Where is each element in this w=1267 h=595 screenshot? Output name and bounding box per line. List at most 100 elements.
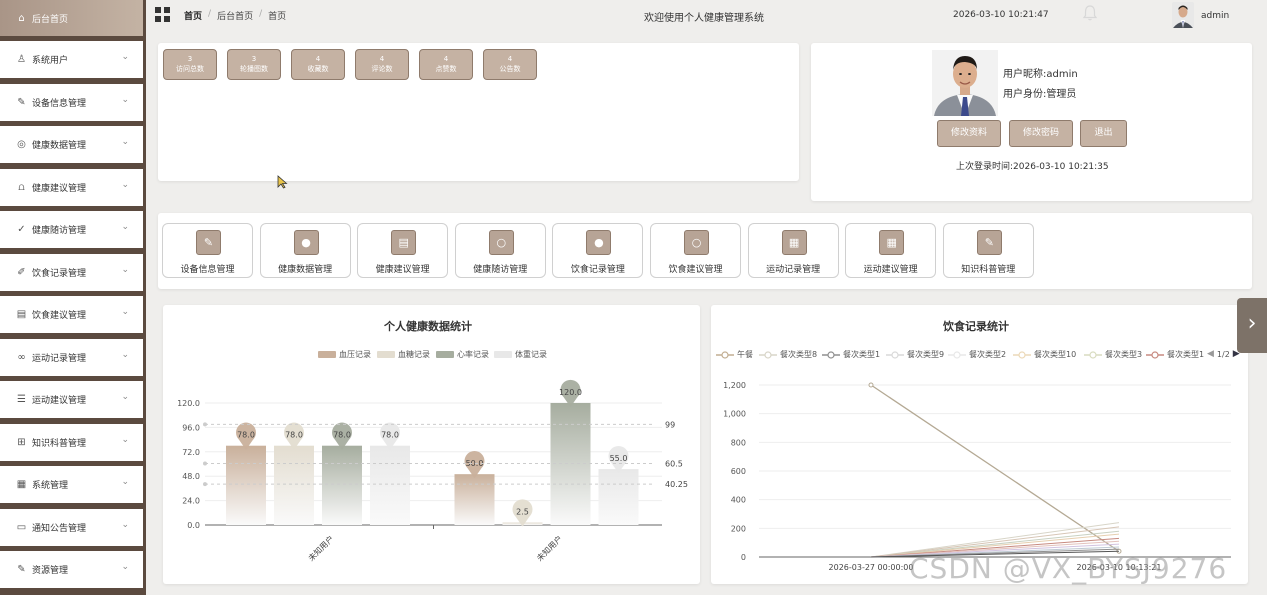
sidebar-item[interactable]: ▤ 饮食建议管理 ⌄ (0, 296, 143, 333)
chevron-down-icon: ⌄ (121, 562, 129, 572)
module-label: 健康数据管理 (278, 265, 333, 275)
sidebar-item[interactable]: ⩍ 健康建议管理 ⌄ (0, 168, 143, 206)
sidebar-item-label: 通知公告管理 (32, 523, 87, 534)
data-point[interactable] (868, 382, 874, 388)
stat-button[interactable]: 4 公告数 (483, 49, 537, 80)
series-line[interactable] (870, 384, 1120, 552)
user-avatar[interactable] (1172, 2, 1194, 28)
stat-button[interactable]: 4 评论数 (355, 49, 409, 80)
document-icon: ▤ (391, 230, 417, 255)
menu-grid-icon[interactable] (155, 7, 170, 22)
bar[interactable] (454, 474, 495, 525)
chevron-down-icon: ⌄ (121, 52, 129, 62)
sidebar-item[interactable]: ⊞ 知识科普管理 ⌄ (0, 423, 143, 461)
reference-line-start (203, 482, 207, 487)
sidebar-item[interactable]: ☰ 运动建议管理 ⌄ (0, 381, 143, 418)
stat-value: 4 (443, 55, 449, 63)
module-tile[interactable]: ○ 饮食建议管理 (650, 223, 741, 278)
module-tile[interactable]: ● 饮食记录管理 (552, 223, 644, 278)
stat-button[interactable]: 4 点赞数 (419, 49, 473, 80)
sidebar-item-label: 后台首页 (32, 14, 69, 25)
x-tick-label: 未知用户 (534, 533, 564, 563)
globe-icon: ◎ (17, 139, 26, 150)
y-tick-label: 800 (731, 438, 746, 447)
checklist-icon: ✓ (17, 224, 26, 235)
breadcrumb-current: 首页 (268, 12, 287, 22)
breadcrumb-separator: / (208, 9, 212, 19)
module-label: 健康随访管理 (473, 265, 528, 275)
sidebar-item-label: 饮食建议管理 (32, 311, 87, 321)
location-icon: ● (586, 230, 612, 255)
sidebar-item[interactable]: ▭ 通知公告管理 ⌄ (0, 508, 143, 546)
chevron-down-icon: ⌄ (121, 137, 129, 147)
y-tick-label: 120.0 (177, 399, 200, 408)
data-label: 78.0 (285, 431, 303, 440)
module-tile[interactable]: ✎ 知识科普管理 (942, 223, 1034, 278)
grid-icon: ▦ (781, 230, 807, 255)
breadcrumb-home[interactable]: 首页 (184, 9, 202, 22)
search-icon: ○ (684, 230, 709, 255)
sidebar-item-label: 资源管理 (32, 566, 69, 576)
notification-bell-icon[interactable] (1081, 4, 1099, 22)
reference-line-start (203, 422, 207, 427)
bar[interactable] (370, 445, 410, 525)
edit-profile-button[interactable]: 修改资料 (937, 120, 1001, 147)
reference-line-label: 99 (665, 420, 675, 429)
stat-button[interactable]: 3 轮播图数 (227, 49, 281, 80)
sidebar-item[interactable]: ✎ 设备信息管理 ⌄ (0, 83, 143, 121)
pen-icon: ✎ (196, 230, 221, 255)
stat-value: 3 (251, 55, 257, 63)
logout-button[interactable]: 退出 (1080, 120, 1127, 147)
bar[interactable] (598, 469, 639, 525)
stat-button[interactable]: 3 访问总数 (163, 49, 217, 80)
sidebar-item[interactable]: ∞ 运动记录管理 ⌄ (0, 338, 143, 376)
reference-line-label: 40.25 (665, 480, 688, 489)
expand-panel-arrow-icon[interactable]: › (1237, 298, 1267, 353)
sidebar-item[interactable]: ▦ 系统管理 ⌄ (0, 466, 143, 503)
sidebar-item-label: 运动建议管理 (32, 396, 87, 406)
bar[interactable] (322, 445, 362, 525)
document-icon: ▤ (16, 309, 27, 320)
y-tick-label: 72.0 (182, 448, 200, 457)
last-login-label: 上次登录时间: (956, 162, 1014, 172)
nickname-value: admin (1046, 69, 1078, 80)
stat-value: 4 (507, 55, 513, 63)
top-username[interactable]: admin (1201, 11, 1229, 21)
sidebar-item[interactable]: ♙ 系统用户 ⌄ (0, 41, 143, 78)
pen-icon: ✎ (976, 230, 1002, 255)
sidebar-item-label: 系统管理 (32, 481, 69, 491)
y-tick-label: 0 (741, 553, 746, 562)
chevron-down-icon: ⌄ (121, 264, 129, 275)
sidebar-item[interactable]: ⌂ 后台首页 (0, 0, 143, 36)
module-tile[interactable]: ▦ 运动记录管理 (747, 223, 839, 278)
stat-button[interactable]: 4 收藏数 (291, 49, 345, 80)
module-tile[interactable]: ▦ 运动建议管理 (845, 223, 937, 278)
stat-value: 4 (379, 55, 385, 63)
bar[interactable] (226, 445, 266, 525)
module-tile[interactable]: ● 健康数据管理 (259, 223, 351, 278)
breadcrumb-separator: / (259, 9, 263, 19)
bar[interactable] (274, 445, 314, 525)
sidebar-item[interactable]: ✎ 资源管理 ⌄ (0, 551, 143, 588)
breadcrumb-dashboard[interactable]: 后台首页 (217, 9, 253, 22)
module-tile[interactable]: ▤ 健康建议管理 (357, 223, 449, 278)
link-icon: ∞ (17, 351, 26, 363)
bell-icon: ⩍ (18, 181, 25, 193)
y-tick-label: 96.0 (182, 423, 200, 432)
sidebar-item[interactable]: ✐ 饮食记录管理 ⌄ (0, 253, 143, 291)
profile-photo (932, 50, 998, 116)
chevron-down-icon: ⌄ (121, 94, 129, 105)
data-label: 2.5 (516, 507, 529, 516)
document-plus-icon: ⊞ (17, 436, 26, 448)
sidebar-item[interactable]: ✓ 健康随访管理 ⌄ (0, 211, 143, 248)
module-label: 饮食记录管理 (570, 265, 625, 275)
module-label: 运动建议管理 (863, 265, 918, 275)
module-tile[interactable]: ○ 健康随访管理 (454, 223, 546, 278)
data-label: 120.0 (559, 388, 582, 397)
x-tick-label: 2026-03-27 00:00:00 (829, 563, 914, 572)
list-icon: ☰ (17, 394, 26, 405)
change-password-button[interactable]: 修改密码 (1009, 120, 1073, 147)
bar[interactable] (550, 403, 591, 525)
sidebar-item[interactable]: ◎ 健康数据管理 ⌄ (0, 126, 143, 163)
module-tile[interactable]: ✎ 设备信息管理 (162, 223, 253, 278)
